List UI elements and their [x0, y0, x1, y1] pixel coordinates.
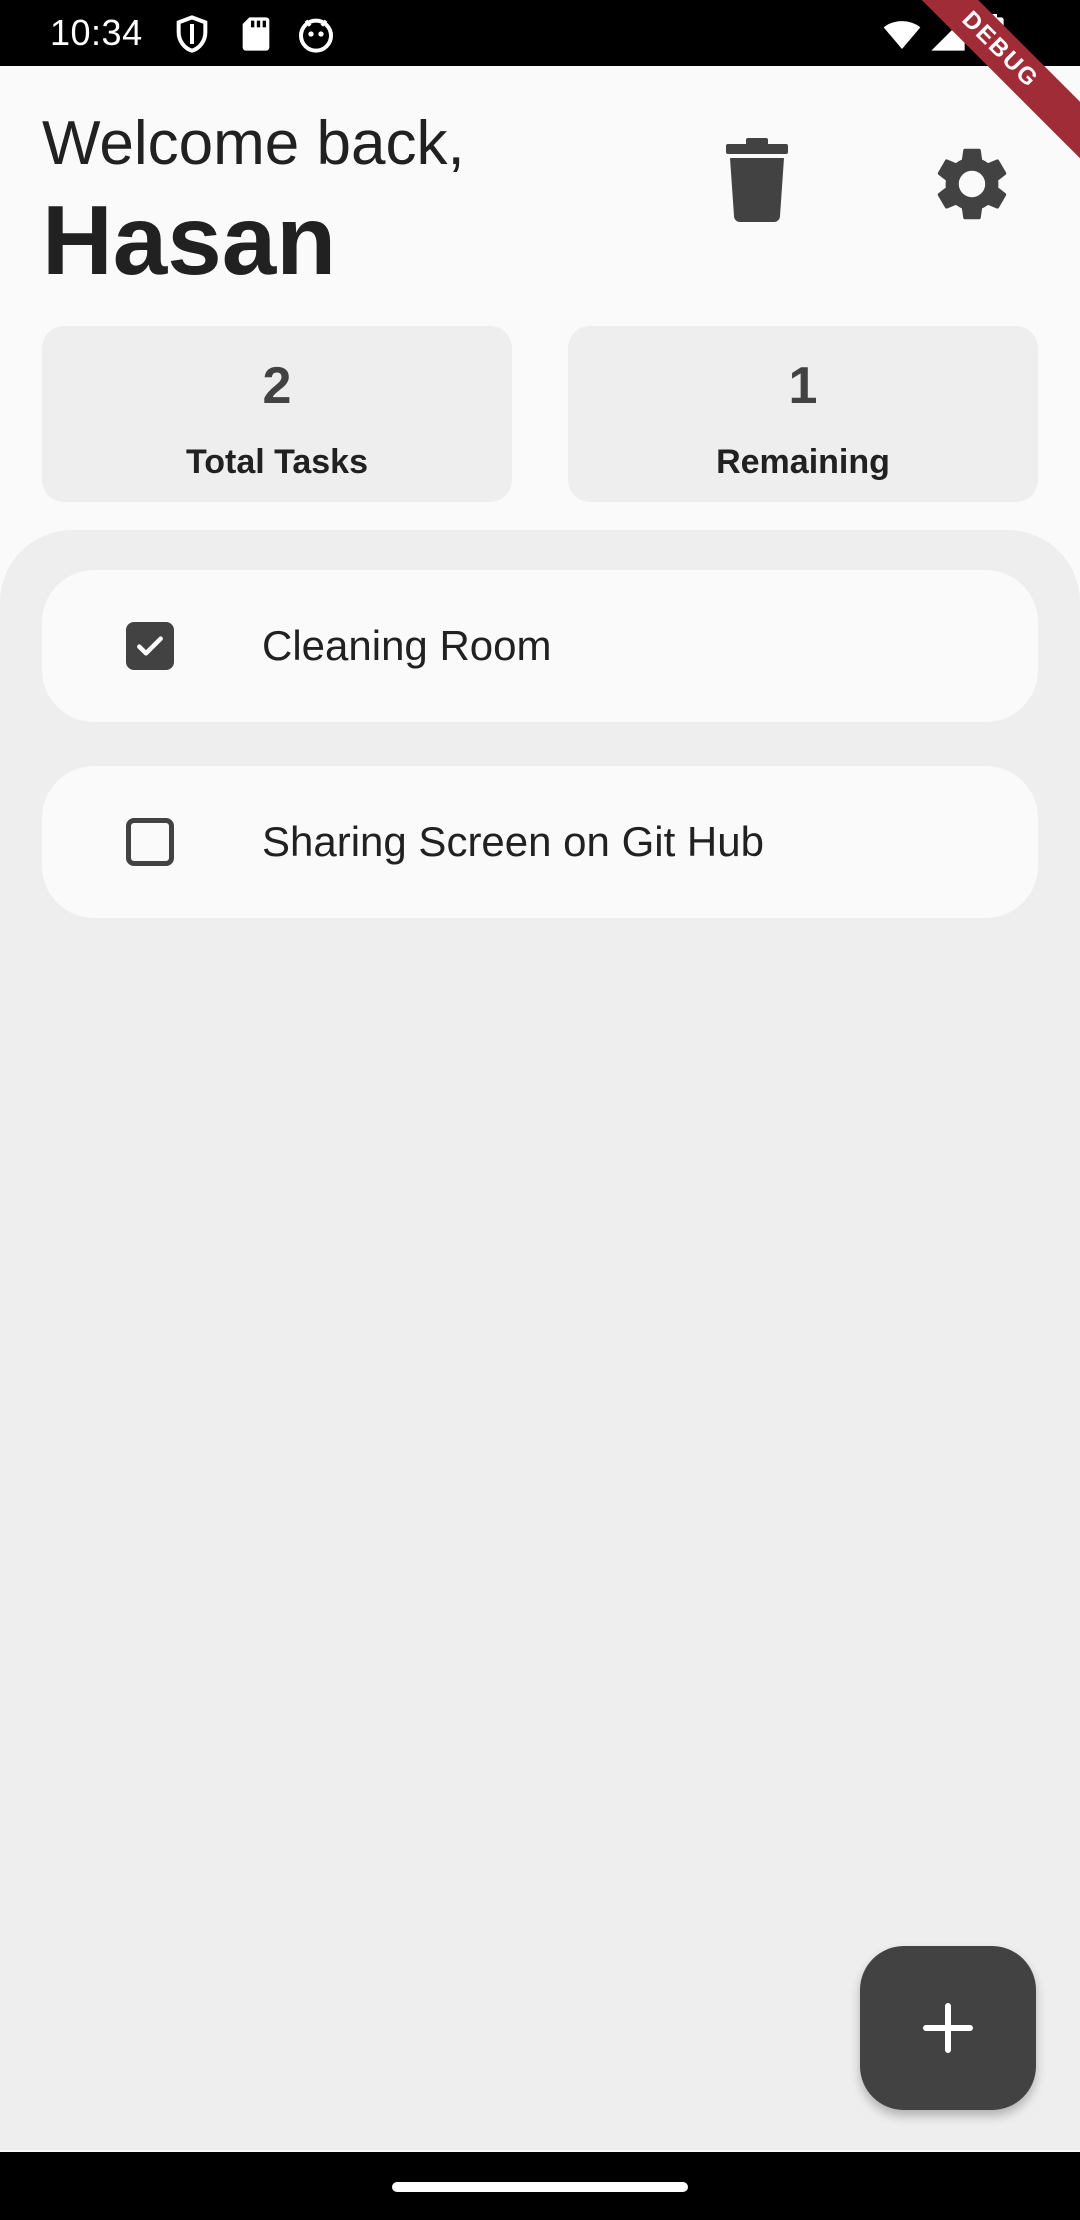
task-title: Sharing Screen on Git Hub	[262, 818, 764, 865]
user-name: Hasan	[42, 185, 337, 295]
remaining-label: Remaining	[716, 443, 890, 481]
stat-card-remaining: 1 Remaining	[568, 326, 1038, 502]
gear-icon	[937, 148, 1007, 220]
plus-icon	[923, 2003, 973, 2053]
stat-card-total: 2 Total Tasks	[42, 326, 512, 502]
status-bar: 10:34	[0, 0, 1080, 66]
check-icon	[137, 636, 163, 656]
delete-button[interactable]	[712, 130, 802, 230]
task-title: Cleaning Room	[262, 622, 552, 669]
task-item[interactable]: Sharing Screen on Git Hub	[42, 766, 1038, 918]
task-checkbox[interactable]	[126, 818, 174, 866]
task-list: Cleaning Room Sharing Screen on Git Hub	[0, 530, 1080, 2150]
app-screen: 10:34 DEBUG Welcome back, Hasan 2 Total …	[0, 0, 1080, 2220]
navigation-bar	[0, 2152, 1080, 2220]
settings-button[interactable]	[920, 132, 1024, 236]
shield-icon	[176, 15, 208, 53]
add-task-button[interactable]	[860, 1946, 1036, 2110]
trash-icon	[726, 138, 788, 222]
remaining-value: 1	[788, 357, 818, 415]
total-tasks-label: Total Tasks	[185, 443, 369, 481]
android-debug-icon	[299, 18, 333, 53]
total-tasks-value: 2	[262, 357, 292, 415]
welcome-text: Welcome back,	[42, 109, 465, 178]
sd-card-icon	[242, 17, 270, 51]
home-indicator[interactable]	[392, 2182, 688, 2192]
wifi-icon	[883, 21, 921, 49]
task-checkbox-checked[interactable]	[126, 622, 174, 670]
task-item[interactable]: Cleaning Room	[42, 570, 1038, 722]
status-time: 10:34	[50, 12, 143, 53]
